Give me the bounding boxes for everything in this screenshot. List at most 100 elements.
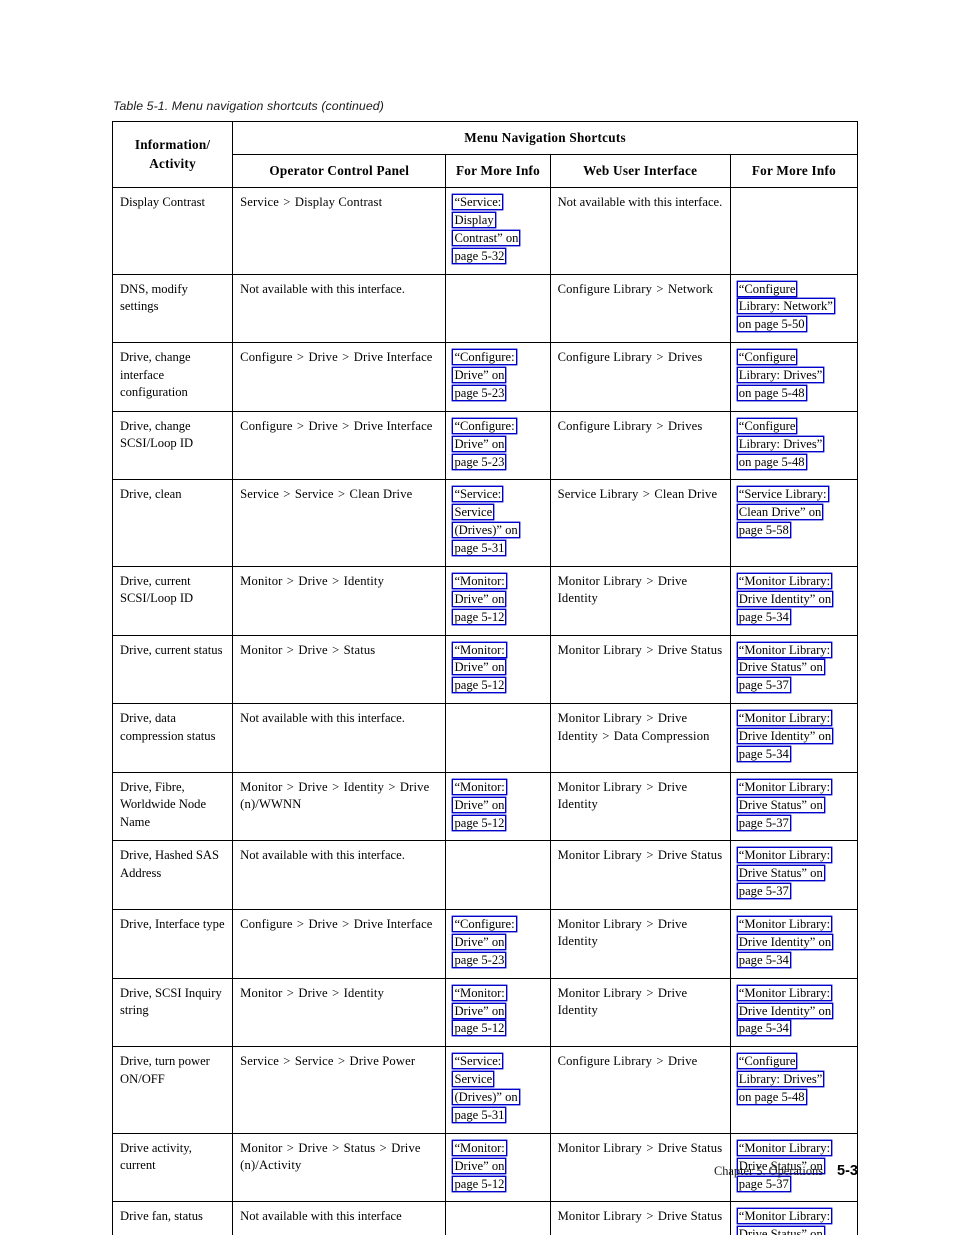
cross-reference-link-line[interactable]: on page 5-48 [738,1090,806,1104]
cross-reference-link-line[interactable]: page 5-12 [453,1021,505,1035]
cross-reference-link-line[interactable]: page 5-12 [453,678,505,692]
cross-reference-link-line[interactable]: “Monitor Library: [738,574,831,588]
cross-reference-link-ocp[interactable]: “Service: Service (Drives)” on page 5-31 [453,487,518,555]
cross-reference-link-line[interactable]: “Service Library: [738,487,828,501]
cross-reference-link-line[interactable]: on page 5-50 [738,317,806,331]
cross-reference-link-line[interactable]: on page 5-48 [738,455,806,469]
cross-reference-link-line[interactable]: “Configure [738,1054,797,1068]
cross-reference-link-line[interactable]: page 5-23 [453,953,505,967]
cross-reference-link-line[interactable]: “Monitor Library: [738,848,831,862]
cross-reference-link-line[interactable]: Library: Network” [738,299,834,313]
cross-reference-link-line[interactable]: “Monitor Library: [738,1209,831,1223]
cross-reference-link-line[interactable]: Drive Identity” on [738,1004,832,1018]
cross-reference-link-line[interactable]: page 5-34 [738,610,790,624]
cross-reference-link-line[interactable]: page 5-31 [453,1108,505,1122]
cross-reference-link-line[interactable]: “Service: [453,487,502,501]
cross-reference-link-line[interactable]: “Configure [738,419,797,433]
cross-reference-link-line[interactable]: Service [453,1072,493,1086]
cross-reference-link-line[interactable]: page 5-37 [738,816,790,830]
cross-reference-link-line[interactable]: page 5-34 [738,953,790,967]
cross-reference-link-line[interactable]: “Monitor: [453,574,505,588]
cross-reference-link-line[interactable]: “Service: [453,195,502,209]
cross-reference-link-line[interactable]: on page 5-48 [738,386,806,400]
cross-reference-link-line[interactable]: “Monitor Library: [738,711,831,725]
cross-reference-link-line[interactable]: Library: Drives” [738,1072,824,1086]
cross-reference-link-line[interactable]: “Configure: [453,350,515,364]
cross-reference-link-wui[interactable]: “Monitor Library: Drive Identity” on page … [738,986,832,1036]
cross-reference-link-line[interactable]: “Configure [738,350,797,364]
cross-reference-link-line[interactable]: Service [453,505,493,519]
cross-reference-link-line[interactable]: page 5-58 [738,523,790,537]
cross-reference-link-ocp[interactable]: “Service: Service (Drives)” on page 5-31 [453,1054,518,1122]
cross-reference-link-line[interactable]: page 5-31 [453,541,505,555]
cross-reference-link-ocp[interactable]: “Configure: Drive” on page 5-23 [453,419,515,469]
cross-reference-link-line[interactable]: Drive” on [453,592,505,606]
cross-reference-link-line[interactable]: “Monitor: [453,780,505,794]
cross-reference-link-line[interactable]: Clean Drive” on [738,505,823,519]
cross-reference-link-line[interactable]: Contrast” on [453,231,519,245]
cross-reference-link-line[interactable]: Drive Status” on [738,866,824,880]
cross-reference-link-line[interactable]: page 5-12 [453,610,505,624]
cross-reference-link-wui[interactable]: “Monitor Library: Drive Identity” on page … [738,917,832,967]
cross-reference-link-line[interactable]: Drive Status” on [738,660,824,674]
cross-reference-link-line[interactable]: “Monitor: [453,1141,505,1155]
cross-reference-link-ocp[interactable]: “Monitor: Drive” on page 5-12 [453,1141,505,1191]
cross-reference-link-wui[interactable]: “Configure Library: Drives” on page 5-48 [738,1054,824,1104]
cross-reference-link-line[interactable]: Drive” on [453,368,505,382]
cross-reference-link-ocp[interactable]: “Monitor: Drive” on page 5-12 [453,574,505,624]
cross-reference-link-line[interactable]: “Monitor Library: [738,643,831,657]
cross-reference-link-line[interactable]: page 5-12 [453,816,505,830]
cross-reference-link-line[interactable]: page 5-23 [453,386,505,400]
cross-reference-link-line[interactable]: page 5-34 [738,1021,790,1035]
cross-reference-link-line[interactable]: (Drives)” on [453,523,518,537]
cross-reference-link-line[interactable]: Drive” on [453,798,505,812]
cross-reference-link-line[interactable]: page 5-37 [738,678,790,692]
cross-reference-link-ocp[interactable]: “Monitor: Drive” on page 5-12 [453,643,505,693]
cross-reference-link-line[interactable]: page 5-37 [738,884,790,898]
cross-reference-link-wui[interactable]: “Configure Library: Drives” on page 5-48 [738,419,824,469]
cross-reference-link-line[interactable]: Drive” on [453,935,505,949]
cross-reference-link-line[interactable]: “Monitor Library: [738,780,831,794]
cross-reference-link-line[interactable]: Drive Status” on [738,1227,824,1235]
cross-reference-link-wui[interactable]: “Monitor Library: Drive Status” on page 5-… [738,643,831,693]
cross-reference-link-line[interactable]: Drive Status” on [738,798,824,812]
cross-reference-link-wui[interactable]: “Service Library: Clean Drive” on page 5-5… [738,487,828,537]
cross-reference-link-line[interactable]: “Monitor Library: [738,986,831,1000]
cross-reference-link-line[interactable]: page 5-34 [738,747,790,761]
cross-reference-link-line[interactable]: “Monitor Library: [738,917,831,931]
cross-reference-link-line[interactable]: Drive Identity” on [738,592,832,606]
cross-reference-link-line[interactable]: page 5-23 [453,455,505,469]
cross-reference-link-wui[interactable]: “Monitor Library:Drive Status” onpage 5-… [738,1209,831,1235]
cross-reference-link-ocp[interactable]: “Configure: Drive” on page 5-23 [453,917,515,967]
cross-reference-link-ocp[interactable]: “Configure: Drive” on page 5-23 [453,350,515,400]
cross-reference-link-ocp[interactable]: “Monitor: Drive” on page 5-12 [453,780,505,830]
cross-reference-link-ocp[interactable]: “Service: Display Contrast” on page 5-32 [453,195,519,263]
cross-reference-link-line[interactable]: Drive” on [453,1004,505,1018]
cross-reference-link-line[interactable]: page 5-32 [453,249,505,263]
cross-reference-link-line[interactable]: Drive” on [453,660,505,674]
cross-reference-link-line[interactable]: “Configure: [453,917,515,931]
cross-reference-link-line[interactable]: Drive” on [453,437,505,451]
cross-reference-link-line[interactable]: page 5-12 [453,1177,505,1191]
cross-reference-link-line[interactable]: Drive Identity” on [738,935,832,949]
cross-reference-link-line[interactable]: “Monitor: [453,643,505,657]
cross-reference-link-line[interactable]: “Configure: [453,419,515,433]
cross-reference-link-line[interactable]: “Configure [738,282,797,296]
cross-reference-link-line[interactable]: “Service: [453,1054,502,1068]
cross-reference-link-line[interactable]: “Monitor Library: [738,1141,831,1155]
cross-reference-link-wui[interactable]: “Monitor Library: Drive Identity” on page … [738,711,832,761]
cross-reference-link-ocp[interactable]: “Monitor: Drive” on page 5-12 [453,986,505,1036]
cross-reference-link-line[interactable]: (Drives)” on [453,1090,518,1104]
cross-reference-link-wui[interactable]: “Configure Library: Network” on page 5-50 [738,282,834,332]
cross-reference-link-line[interactable]: Library: Drives” [738,437,824,451]
cross-reference-link-wui[interactable]: “Monitor Library: Drive Identity” on page … [738,574,832,624]
cross-reference-link-line[interactable]: Display [453,213,494,227]
cross-reference-link-wui[interactable]: “Monitor Library: Drive Status” on page 5-… [738,780,831,830]
cross-reference-link-wui[interactable]: “Configure Library: Drives” on page 5-48 [738,350,824,400]
cross-reference-link-line[interactable]: Drive Identity” on [738,729,832,743]
cross-reference-link-wui[interactable]: “Monitor Library: Drive Status” on page 5-… [738,848,831,898]
cross-reference-link-line[interactable]: Drive” on [453,1159,505,1173]
menu-path-separator: > [342,917,350,931]
cross-reference-link-line[interactable]: “Monitor: [453,986,505,1000]
cross-reference-link-line[interactable]: Library: Drives” [738,368,824,382]
